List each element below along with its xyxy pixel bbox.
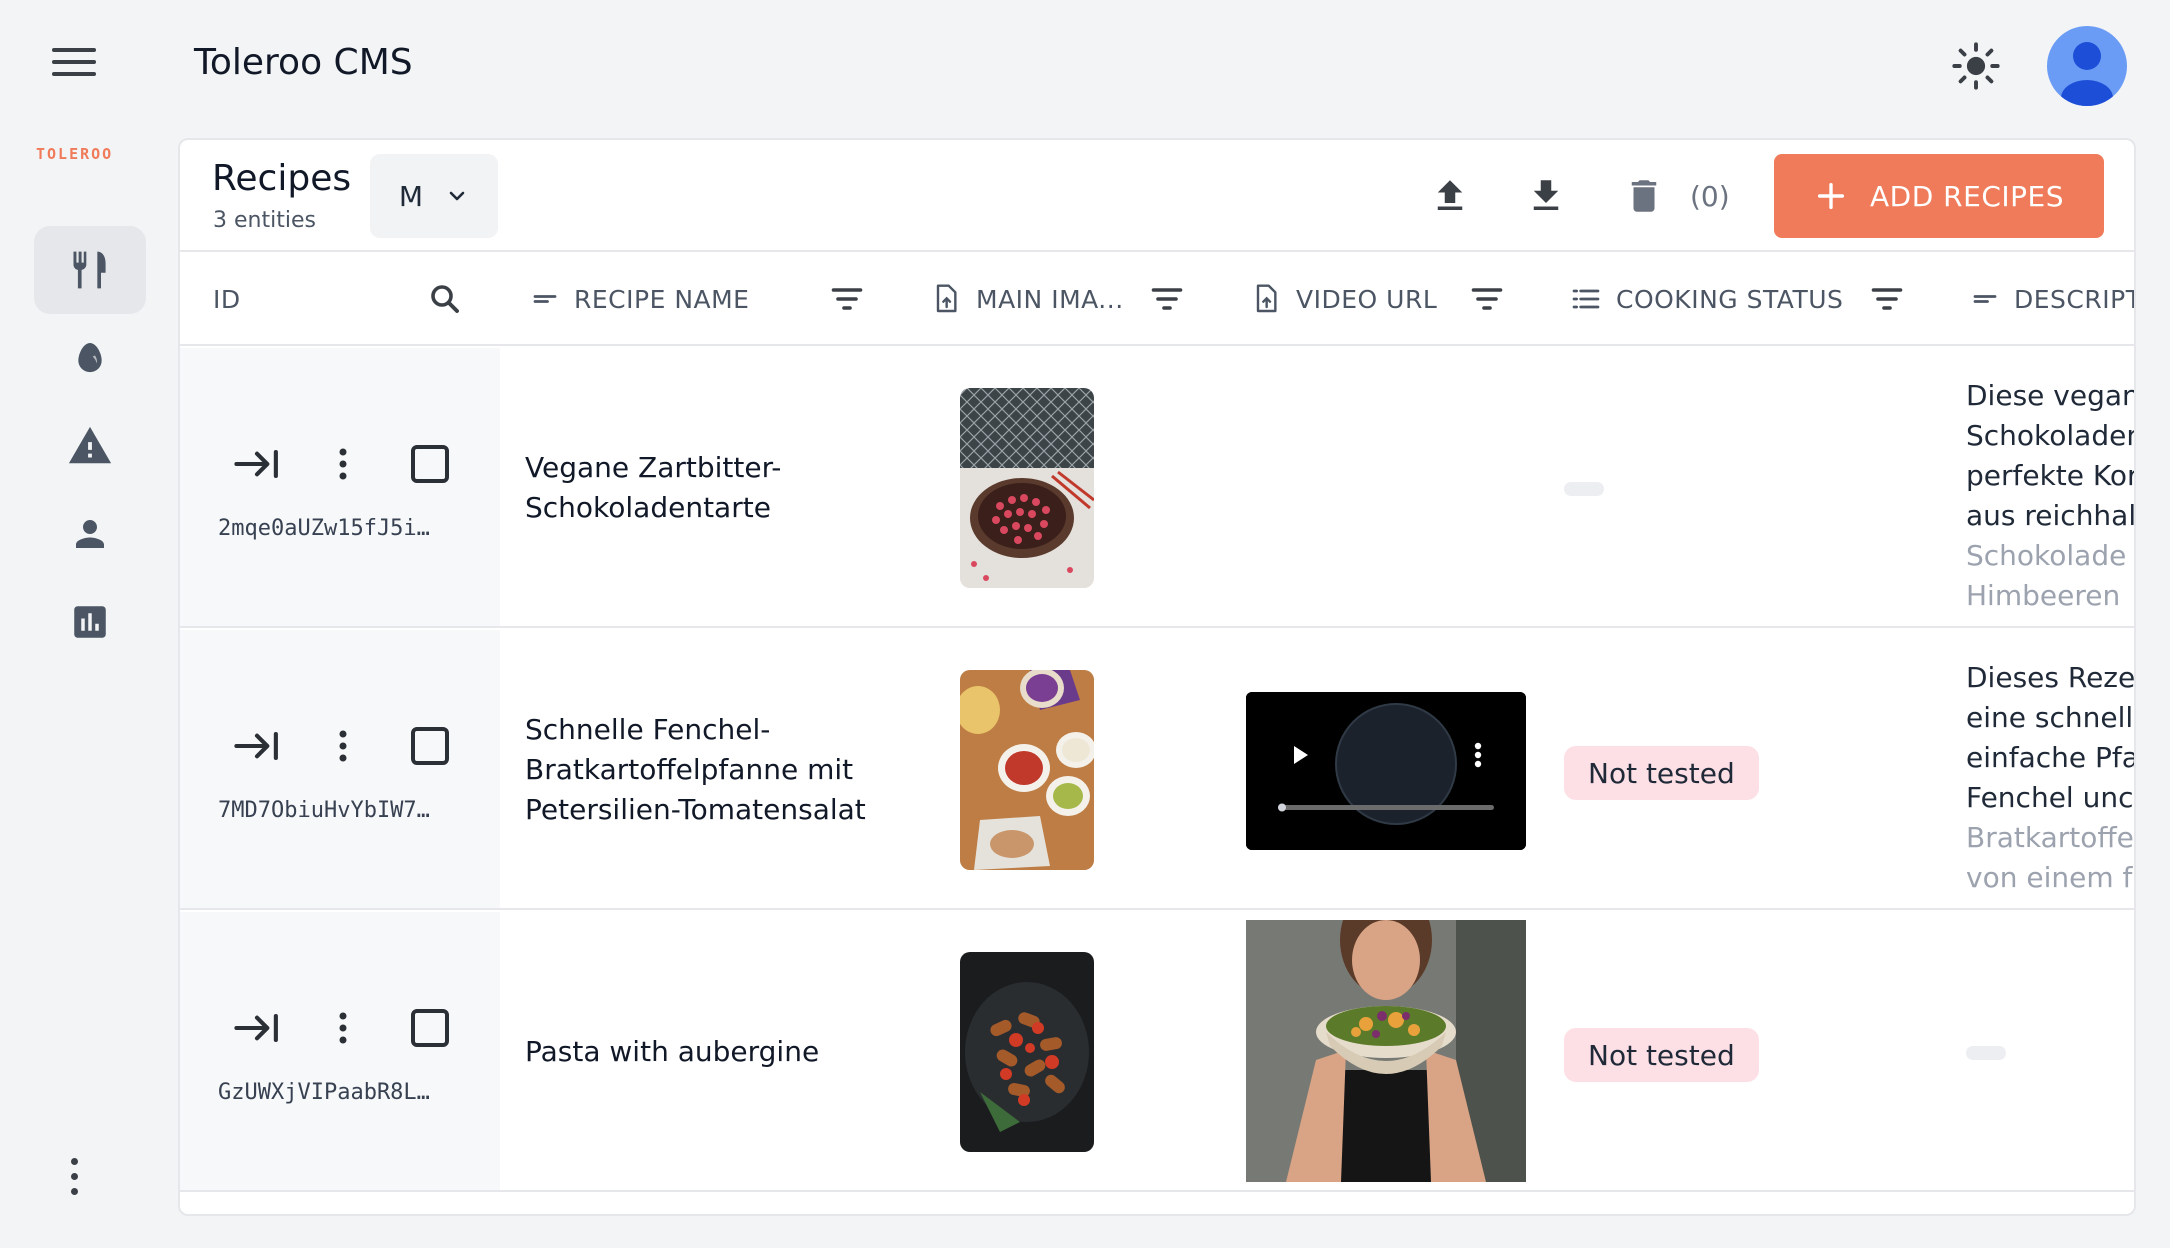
top-bar: Toleroo CMS	[0, 0, 2170, 130]
row-actions-cell: GzUWXjVIPaabR8L…	[180, 912, 500, 1190]
recipe-name: Vegane Zartbitter-Schokoladentarte	[525, 451, 782, 524]
filter-icon[interactable]	[1462, 274, 1512, 324]
tart-image[interactable]	[960, 388, 1094, 588]
more-vert-icon[interactable]	[62, 1158, 86, 1202]
more-vert-icon[interactable]	[328, 722, 358, 770]
filter-icon[interactable]	[1142, 274, 1192, 324]
avatar[interactable]	[2047, 26, 2127, 106]
entity-count: 3 entities	[213, 208, 316, 233]
sidebar-item-analytics[interactable]	[34, 578, 146, 666]
add-recipes-label: ADD RECIPES	[1870, 179, 2064, 213]
search-icon[interactable]	[420, 274, 470, 324]
size-select-value: M	[398, 179, 424, 213]
status-placeholder	[1564, 482, 1604, 496]
list-icon	[1570, 283, 1602, 315]
menu-icon[interactable]	[52, 48, 96, 84]
filter-icon[interactable]	[822, 274, 872, 324]
row-checkbox[interactable]	[408, 1004, 452, 1052]
entity-id: GzUWXjVIPaabR8L…	[218, 1080, 430, 1105]
filter-icon[interactable]	[1862, 274, 1912, 324]
column-header-cooking-status[interactable]: COOKING STATUS	[1570, 252, 1843, 346]
status-badge: Not tested	[1564, 746, 1759, 800]
row-actions-cell: 2mqe0aUZw15fJ5i…	[180, 348, 500, 626]
file-upload-icon	[930, 283, 962, 315]
description-placeholder	[1966, 1046, 2006, 1060]
more-vert-icon[interactable]	[328, 440, 358, 488]
row-checkbox[interactable]	[408, 722, 452, 770]
collection-panel: Recipes 3 entities M (0) ADD RECIPES ID	[178, 138, 2136, 1216]
delete-icon[interactable]	[1620, 172, 1668, 220]
column-header-description[interactable]: DESCRIPT	[1970, 252, 2134, 346]
bowls-image[interactable]	[960, 670, 1094, 870]
video-player[interactable]	[1246, 692, 1526, 850]
pasta-image[interactable]	[960, 952, 1094, 1152]
column-header-recipe-name[interactable]: RECIPE NAME	[530, 252, 749, 346]
sidebar-item-users[interactable]	[34, 490, 146, 578]
person-icon	[76, 520, 104, 548]
sidebar-item-recipes[interactable]	[34, 226, 146, 314]
size-select[interactable]: M	[370, 154, 498, 238]
app-title: Toleroo CMS	[194, 42, 413, 83]
collection-toolbar: Recipes 3 entities M (0) ADD RECIPES	[180, 140, 2134, 252]
brand-logo: TOLEROO	[36, 145, 114, 163]
warning-icon	[68, 426, 112, 464]
collection-title: Recipes	[212, 158, 352, 199]
row-checkbox[interactable]	[408, 440, 452, 488]
file-upload-icon	[1250, 283, 1282, 315]
table-header: ID RECIPE NAME MAIN IMA... VIDEO URL COO…	[180, 252, 2134, 346]
description-text: Diese vegan Schokoladen perfekte Kor aus…	[1966, 379, 2136, 612]
column-header-id[interactable]: ID	[213, 252, 241, 346]
description-text: Dieses Reze eine schnell einfache Pfa Fe…	[1966, 661, 2136, 894]
entity-id: 2mqe0aUZw15fJ5i…	[218, 516, 430, 541]
open-entity-icon[interactable]	[232, 440, 282, 488]
more-vert-icon[interactable]	[328, 1004, 358, 1052]
sidebar-item-alerts[interactable]	[34, 402, 146, 490]
status-badge: Not tested	[1564, 1028, 1759, 1082]
plus-icon	[1817, 182, 1845, 210]
utensils-icon	[73, 251, 106, 289]
chevron-down-icon	[449, 191, 465, 201]
video-thumbnail[interactable]	[1246, 920, 1526, 1182]
upload-icon[interactable]	[1426, 172, 1474, 220]
add-recipes-button[interactable]: ADD RECIPES	[1774, 154, 2104, 238]
open-entity-icon[interactable]	[232, 722, 282, 770]
short-text-icon	[530, 284, 560, 314]
table-row[interactable]: 7MD7ObiuHvYbIW7… Schnelle Fenchel-Bratka…	[180, 630, 2134, 910]
download-icon[interactable]	[1522, 172, 1570, 220]
row-actions-cell: 7MD7ObiuHvYbIW7…	[180, 630, 500, 908]
table-row[interactable]: GzUWXjVIPaabR8L… Pasta with aubergine No…	[180, 912, 2134, 1192]
sidebar-item-ingredients[interactable]	[34, 314, 146, 402]
recipe-name: Schnelle Fenchel-Bratkartoffelpfanne mit…	[525, 713, 866, 826]
egg-icon	[78, 343, 102, 373]
sun-icon[interactable]	[1950, 40, 2002, 92]
recipe-name: Pasta with aubergine	[525, 1035, 820, 1068]
short-text-icon	[1970, 284, 2000, 314]
open-entity-icon[interactable]	[232, 1004, 282, 1052]
chart-icon	[74, 606, 106, 638]
entity-id: 7MD7ObiuHvYbIW7…	[218, 798, 430, 823]
sidebar-nav	[34, 226, 146, 666]
column-header-video-url[interactable]: VIDEO URL	[1250, 252, 1437, 346]
table-row[interactable]: 2mqe0aUZw15fJ5i… Vegane Zartbitter-Schok…	[180, 348, 2134, 628]
selected-count: (0)	[1690, 180, 1730, 213]
column-header-main-image[interactable]: MAIN IMA...	[930, 252, 1124, 346]
